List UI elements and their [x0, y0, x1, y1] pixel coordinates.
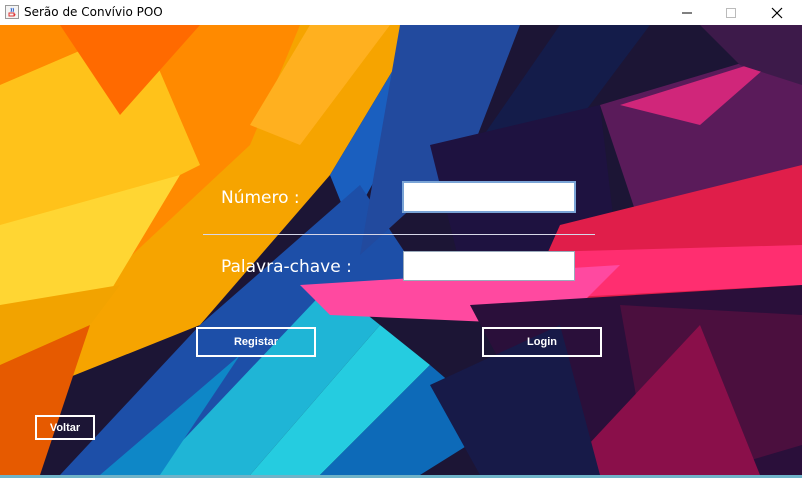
- maximize-button[interactable]: [708, 0, 754, 25]
- close-icon: [771, 7, 783, 18]
- password-label: Palavra-chave :: [221, 257, 352, 277]
- minimize-button[interactable]: [664, 0, 710, 25]
- close-button[interactable]: [754, 0, 800, 25]
- numero-label: Número :: [221, 188, 300, 208]
- java-cup-icon: [5, 5, 19, 19]
- abstract-background-image: [0, 25, 802, 475]
- separator-line: [203, 234, 595, 235]
- password-input[interactable]: [403, 251, 575, 281]
- maximize-icon: [726, 7, 736, 18]
- numero-input[interactable]: [402, 181, 576, 213]
- voltar-button[interactable]: Voltar: [35, 415, 95, 440]
- minimize-icon: [682, 12, 692, 13]
- login-button[interactable]: Login: [482, 327, 602, 357]
- title-bar: Serão de Convívio POO: [0, 0, 802, 25]
- registar-button[interactable]: Registar: [196, 327, 316, 357]
- window-title: Serão de Convívio POO: [24, 5, 163, 19]
- login-panel: Número : Palavra-chave : Registar Login …: [0, 25, 802, 475]
